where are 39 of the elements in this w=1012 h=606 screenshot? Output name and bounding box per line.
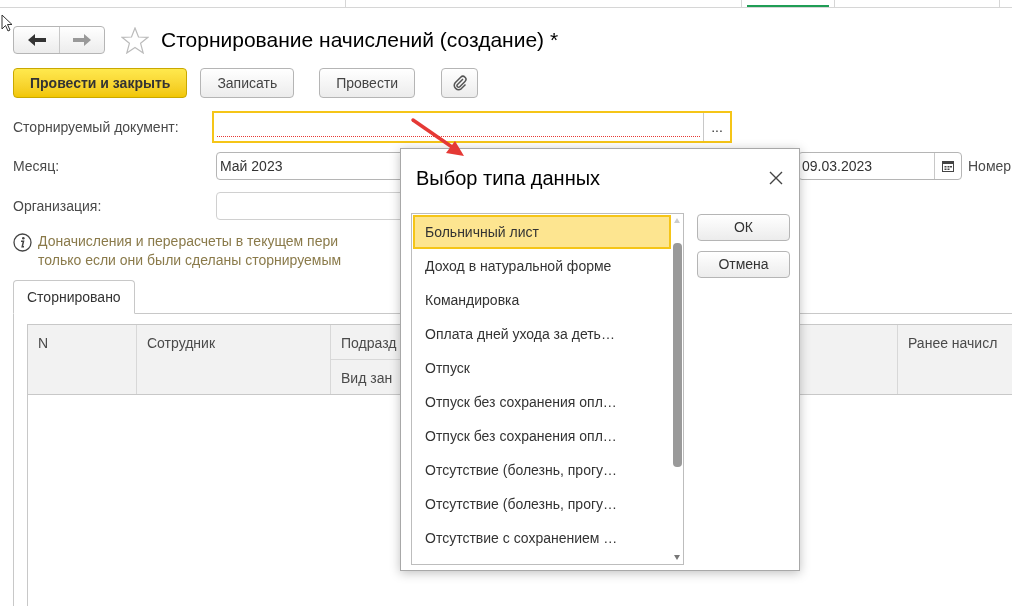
type-list-item[interactable]: Отсутствие (болезнь, прогу… bbox=[413, 487, 671, 521]
type-list-item[interactable]: Доход в натуральной форме bbox=[413, 249, 671, 283]
info-icon bbox=[13, 233, 32, 252]
type-list-item[interactable]: Отсутствие с сохранением … bbox=[413, 521, 671, 555]
field-label: Сторнируемый документ: bbox=[13, 117, 180, 137]
type-list-item[interactable]: Отсутствие (болезнь, прогу… bbox=[413, 453, 671, 487]
close-icon[interactable] bbox=[769, 171, 783, 185]
field-label: Номер bbox=[968, 156, 1012, 176]
paperclip-icon bbox=[452, 75, 467, 91]
window-title: Сторнирование начислений (создание) * bbox=[161, 27, 559, 54]
table-header-cell[interactable]: N bbox=[28, 325, 136, 394]
type-list-item[interactable]: Отпуск без сохранения опл… bbox=[413, 385, 671, 419]
arrow-left-icon bbox=[27, 34, 46, 46]
type-list-item[interactable]: Командировка bbox=[413, 283, 671, 317]
type-list-item[interactable]: Отпуск без сохранения опл… bbox=[413, 419, 671, 453]
select-button[interactable]: ... bbox=[703, 113, 730, 141]
table-header-cell[interactable]: Ранее начисл bbox=[898, 325, 1012, 394]
post-and-close-button[interactable]: Провести и закрыть bbox=[13, 68, 188, 98]
table-header-cell[interactable]: Сотрудник bbox=[137, 325, 330, 394]
scroll-down-icon[interactable] bbox=[674, 555, 680, 560]
field-label: Месяц: bbox=[13, 156, 61, 176]
star-icon[interactable] bbox=[121, 26, 149, 54]
attach-button[interactable] bbox=[441, 68, 479, 98]
field-label: Организация: bbox=[13, 196, 103, 216]
ok-button[interactable]: ОК bbox=[697, 214, 790, 241]
type-list-item[interactable]: Отпуск bbox=[413, 351, 671, 385]
toolbar-button[interactable]: Провести bbox=[319, 68, 416, 98]
arrow-right-icon bbox=[73, 34, 91, 46]
type-list-item[interactable]: Больничный лист bbox=[413, 215, 671, 249]
toolbar-button[interactable]: Записать bbox=[200, 68, 295, 98]
date-value: 09.03.2023 bbox=[801, 156, 874, 176]
info-text: только если они были сделаны сторнируемым bbox=[38, 251, 342, 270]
tab[interactable]: Сторнировано bbox=[13, 280, 135, 314]
pointer-arrow bbox=[410, 117, 466, 159]
type-list-item[interactable]: Оплата дней ухода за деть… bbox=[413, 317, 671, 351]
calendar-icon[interactable] bbox=[942, 160, 954, 172]
document-field[interactable]: ... bbox=[212, 111, 732, 143]
cancel-button[interactable]: Отмена bbox=[697, 251, 790, 278]
info-text: Доначисления и перерасчеты в текущем пери bbox=[38, 232, 340, 251]
